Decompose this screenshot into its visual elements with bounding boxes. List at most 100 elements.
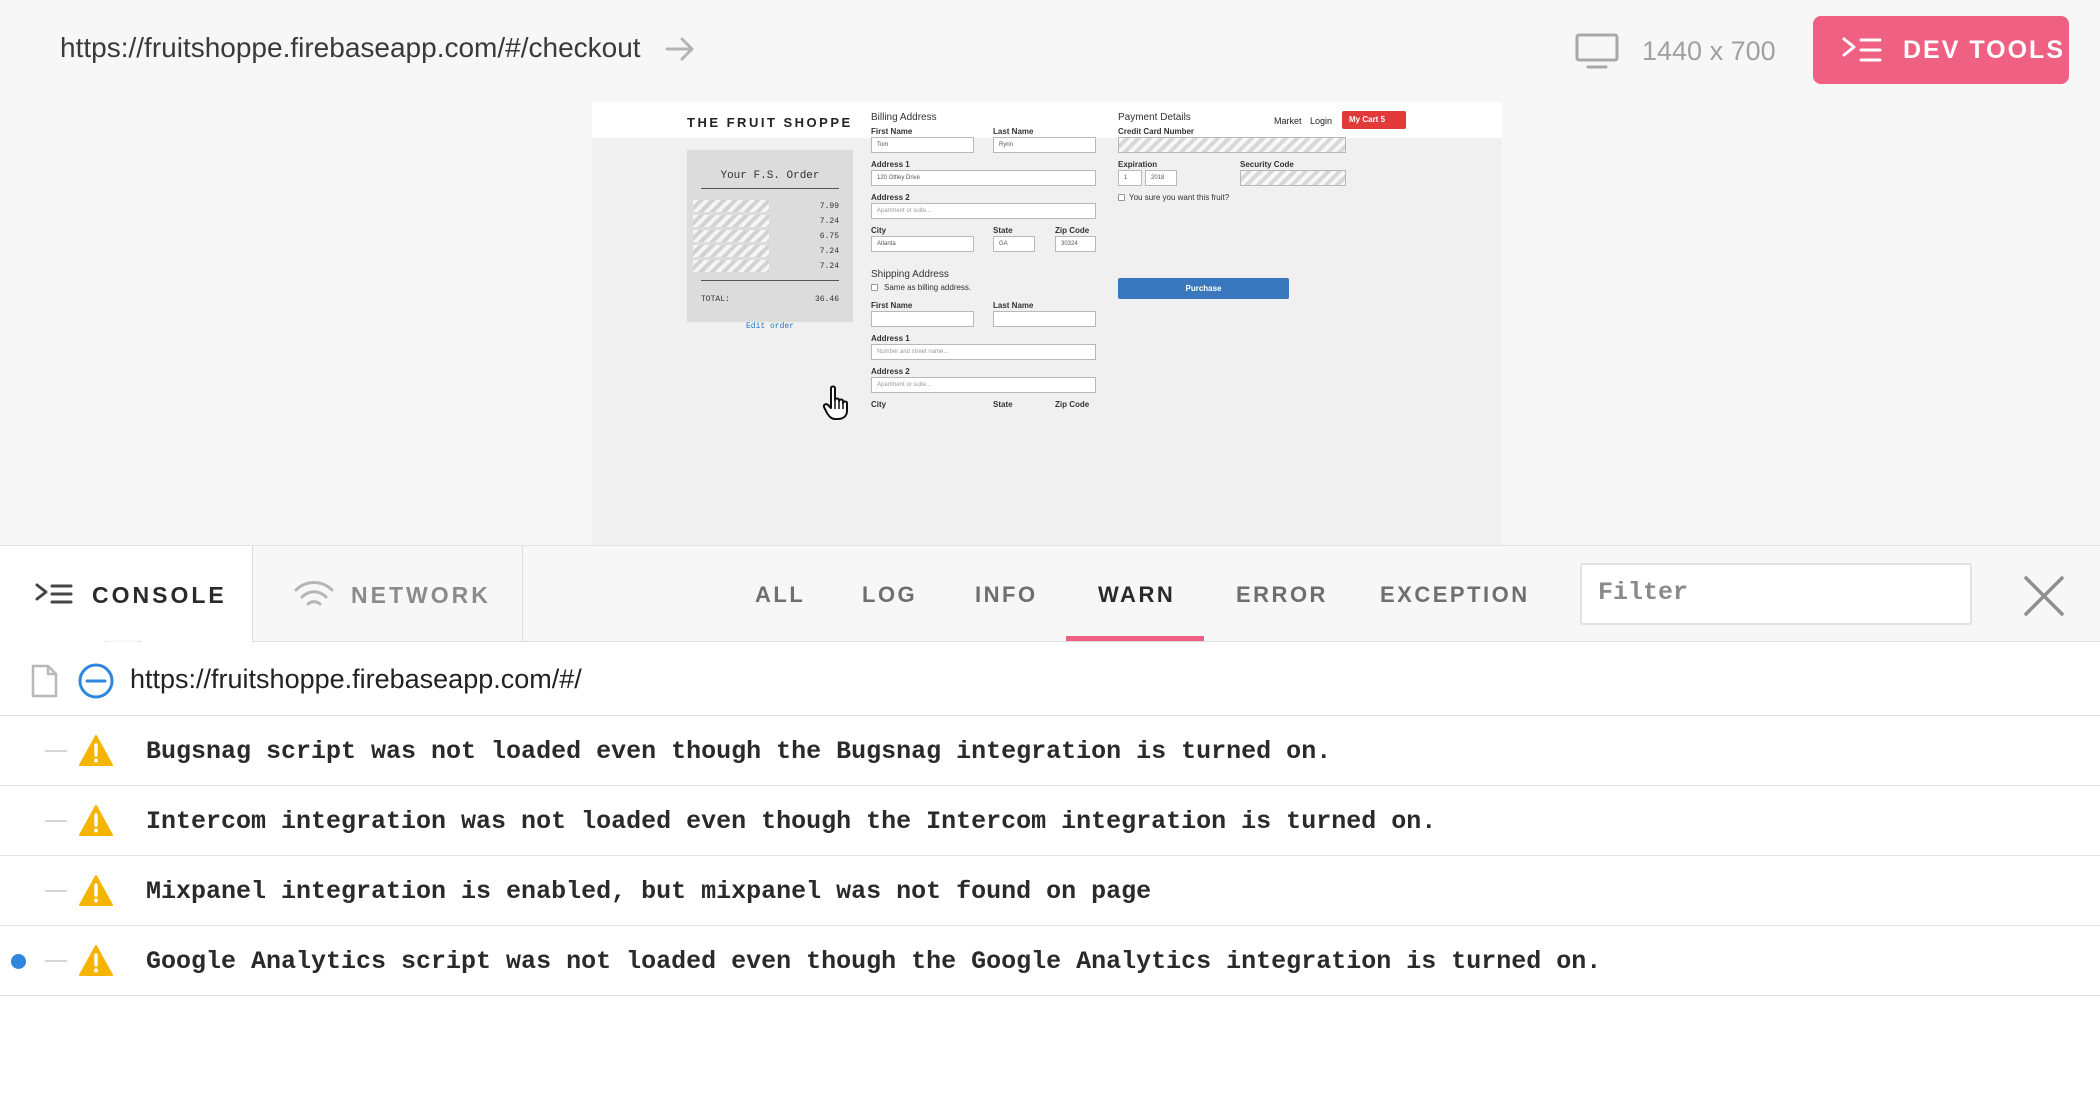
order-receipt: Your F.S. Order 7.99 7.24 6.75 7.24 7.24… [687,150,853,322]
console-icon [35,583,73,604]
tree-branch [45,890,67,892]
warning-icon [79,875,113,906]
log-message: Google Analytics script was not loaded e… [146,947,1602,976]
billing-city-label: City [871,226,887,235]
billing-last-name-label: Last Name [993,127,1034,136]
receipt-item-placeholder [693,215,769,227]
billing-last-name-input[interactable]: Rynn [993,137,1096,153]
receipt-price: 7.24 [819,262,839,271]
receipt-price: 7.99 [819,202,839,211]
shipping-address1-label: Address 1 [871,334,910,343]
tree-branch [45,820,67,822]
shipping-last-name-input[interactable] [993,311,1096,327]
same-as-billing-label: Same as billing address. [884,283,972,292]
billing-zip-label: Zip Code [1055,226,1090,235]
shipping-state-label: State [993,400,1013,409]
unread-dot [11,954,26,969]
collapse-minus-icon[interactable] [77,662,115,700]
tab-network[interactable]: NETWORK [253,546,523,642]
billing-address1-input[interactable]: 120 Ottley Drive [871,170,1096,186]
card-number-input[interactable] [1118,137,1346,153]
warning-icon [79,945,113,976]
level-log[interactable]: LOG [862,582,917,608]
shipping-address2-label: Address 2 [871,367,910,376]
monitor-icon [1575,33,1619,69]
page-url: https://fruitshoppe.firebaseapp.com/#/ [130,664,582,694]
browser-bar: https://fruitshoppe.firebaseapp.com/#/ch… [0,0,2100,545]
receipt-item-placeholder [693,230,769,242]
preview-header: THE FRUIT SHOPPE Market Login My Cart 5 [592,102,1502,138]
warning-icon [79,805,113,836]
confirm-fruit-checkbox[interactable] [1118,194,1125,201]
shipping-heading: Shipping Address [871,269,949,280]
edit-order-link[interactable]: Edit order [687,322,853,331]
exp-year-select[interactable]: 2018 [1145,170,1177,186]
page-preview: THE FRUIT SHOPPE Market Login My Cart 5 … [592,102,1502,545]
receipt-price: 6.75 [819,232,839,241]
same-as-billing-checkbox[interactable] [871,284,878,291]
shipping-first-name-input[interactable] [871,311,974,327]
confirm-fruit-label: You sure you want this fruit? [1129,193,1230,202]
shipping-first-name-label: First Name [871,301,913,310]
preview-nav-market[interactable]: Market [1274,116,1302,126]
billing-first-name-label: First Name [871,127,913,136]
billing-address2-input[interactable]: Apartment or suite... [871,203,1096,219]
level-info[interactable]: INFO [975,582,1038,608]
log-message: Intercom integration was not loaded even… [146,807,1437,836]
tab-console-label: CONSOLE [92,582,227,608]
shipping-address1-input[interactable]: Number and street name... [871,344,1096,360]
receipt-item-placeholder [693,260,769,272]
tree-branch [45,750,67,752]
shipping-last-name-label: Last Name [993,301,1034,310]
preview-nav-login[interactable]: Login [1310,116,1332,126]
security-code-input[interactable] [1240,170,1346,186]
receipt-total-label: TOTAL: [701,295,730,304]
receipt-price: 7.24 [819,247,839,256]
tree-branch [45,960,67,962]
billing-first-name-input[interactable]: Tom [871,137,974,153]
security-code-label: Security Code [1240,160,1294,169]
dev-tools-button[interactable]: DEV TOOLS [1813,16,2069,84]
wifi-icon [294,581,334,606]
log-message: Bugsnag script was not loaded even thoug… [146,737,1332,766]
expiration-label: Expiration [1118,160,1158,169]
receipt-divider [701,280,839,281]
filter-input[interactable]: Filter [1580,563,1972,625]
receipt-item-placeholder [693,200,769,212]
receipt-total: 36.46 [814,295,839,304]
billing-city-input[interactable]: Atlanta [871,236,974,252]
log-entry[interactable]: Bugsnag script was not loaded even thoug… [0,716,2100,786]
address-bar-url[interactable]: https://fruitshoppe.firebaseapp.com/#/ch… [60,32,641,64]
document-icon [31,664,58,698]
preview-brand: THE FRUIT SHOPPE [687,115,853,130]
card-number-label: Credit Card Number [1118,127,1195,136]
billing-state-select[interactable]: GA [993,236,1035,252]
log-entry[interactable]: Google Analytics script was not loaded e… [0,926,2100,996]
billing-zip-input[interactable]: 30324 [1055,236,1096,252]
billing-heading: Billing Address [871,112,937,123]
payment-heading: Payment Details [1118,112,1191,123]
receipt-item-placeholder [693,245,769,257]
dev-tools-icon [1842,37,1882,62]
close-icon[interactable] [2022,574,2066,618]
level-all[interactable]: ALL [755,582,805,608]
exp-month-select[interactable]: 1 [1118,170,1142,186]
dev-tools-label: DEV TOOLS [1903,35,2066,64]
billing-state-label: State [993,226,1013,235]
tab-console[interactable]: CONSOLE [0,546,253,642]
log-entry[interactable]: Mixpanel integration is enabled, but mix… [0,856,2100,926]
devtools-toolbar: CONSOLE NETWORK ALL LOG INFO WARN ERROR … [0,545,2100,642]
level-exception[interactable]: EXCEPTION [1380,582,1530,608]
purchase-button[interactable]: Purchase [1118,278,1289,299]
viewport-size: 1440 x 700 [1642,36,1776,66]
go-arrow-icon[interactable] [664,34,696,64]
level-warn[interactable]: WARN [1098,582,1175,608]
billing-address1-label: Address 1 [871,160,910,169]
page-url-row[interactable]: https://fruitshoppe.firebaseapp.com/#/ [0,642,2100,716]
preview-cart-button[interactable]: My Cart 5 [1342,111,1406,129]
active-level-indicator [1066,636,1204,641]
shipping-address2-input[interactable]: Apartment or suite... [871,377,1096,393]
billing-address2-label: Address 2 [871,193,910,202]
log-entry[interactable]: Intercom integration was not loaded even… [0,786,2100,856]
level-error[interactable]: ERROR [1236,582,1328,608]
